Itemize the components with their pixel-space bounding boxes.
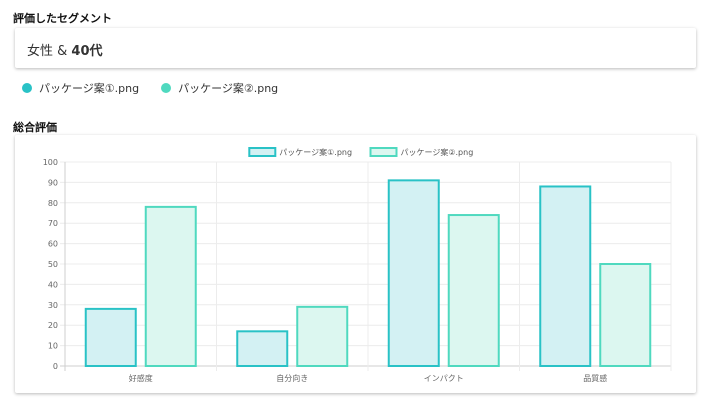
file-name: パッケージ案①.png [39, 82, 140, 95]
legend-label: パッケージ案①.png [279, 147, 352, 157]
file-name: パッケージ案②.png [178, 82, 279, 95]
y-tick-label: 80 [48, 199, 58, 208]
x-tick-label: 好感度 [129, 373, 153, 383]
bar [296, 305, 349, 367]
y-tick-label: 60 [48, 240, 58, 249]
bar [387, 179, 440, 367]
y-tick-label: 10 [48, 342, 58, 351]
file-dot-icon [22, 83, 32, 93]
bar [539, 185, 592, 368]
chart-card: 0 10 20 30 40 50 60 70 80 90 100 好感度 自分向き インパクト 品質感 パッケ… [15, 135, 696, 393]
segment-value: 女性 & 40代 [27, 40, 103, 59]
x-tick-label: 品質感 [583, 373, 607, 383]
overall-heading: 総合評価 [13, 121, 57, 134]
file-legend: パッケージ案①.png パッケージ案②.png [22, 80, 300, 96]
y-tick-label: 30 [48, 301, 58, 310]
y-tick-label: 90 [48, 178, 58, 187]
legend-label: パッケージ案②.png [401, 147, 474, 157]
bar [447, 214, 500, 368]
y-tick-label: 40 [48, 280, 58, 289]
file-item-2[interactable]: パッケージ案②.png [161, 80, 278, 96]
legend-swatch [369, 147, 398, 157]
y-tick-label: 50 [48, 260, 58, 269]
file-dot-icon [161, 83, 172, 93]
bar [236, 330, 289, 368]
segment-gender: 女性 & [27, 44, 68, 59]
y-tick-label: 20 [48, 321, 58, 330]
bar [144, 205, 197, 367]
segment-age: 40代 [71, 44, 103, 59]
segment-card: 女性 & 40代 [15, 28, 696, 68]
legend-swatch [248, 147, 277, 157]
segment-heading: 評価したセグメント [13, 12, 112, 25]
bar [84, 307, 137, 368]
y-tick-label: 70 [48, 219, 58, 228]
bar-chart: 0 10 20 30 40 50 60 70 80 90 100 好感度 自分向き インパクト 品質感 パッケ… [43, 147, 672, 383]
file-item-1[interactable]: パッケージ案①.png [22, 80, 139, 96]
bar [599, 263, 652, 367]
y-tick-label: 0 [53, 362, 58, 371]
x-tick-label: 自分向き [276, 373, 308, 383]
x-tick-label: インパクト [424, 374, 464, 383]
y-tick-label: 100 [43, 158, 58, 167]
